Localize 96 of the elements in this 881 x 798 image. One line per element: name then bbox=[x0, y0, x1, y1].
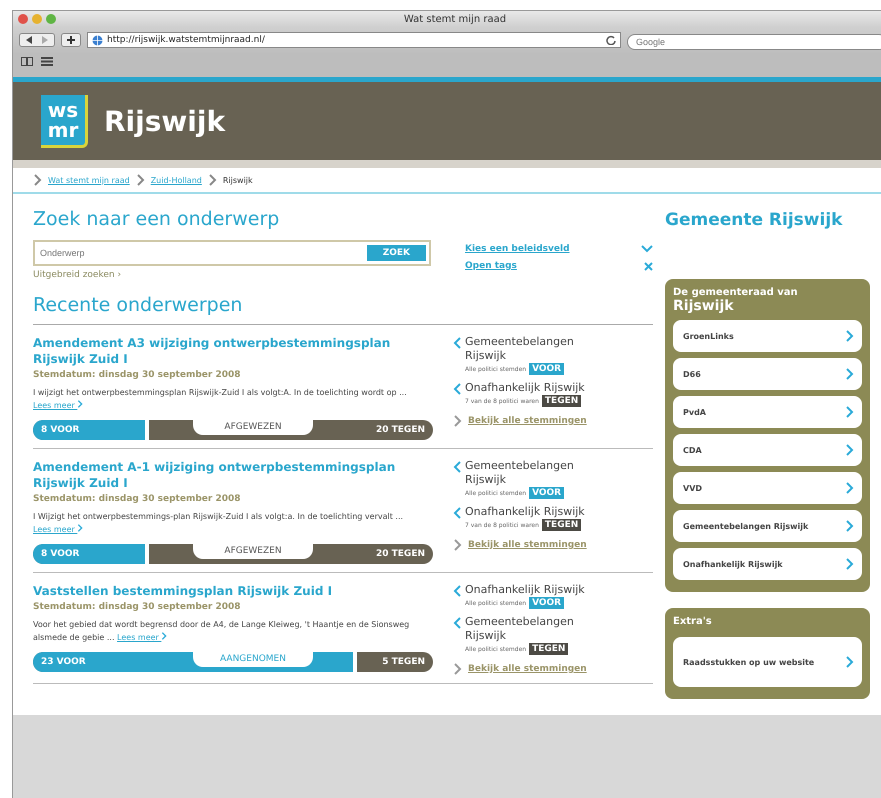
vote-date: Stemdatum: dinsdag 30 september 2008 bbox=[33, 602, 242, 612]
read-more-link[interactable]: Lees meer bbox=[33, 401, 84, 410]
advanced-search-link[interactable]: Uitgebreid zoeken › bbox=[33, 270, 431, 280]
read-more-link[interactable]: Lees meer bbox=[33, 525, 84, 534]
chevron-right-icon bbox=[136, 174, 145, 186]
party-link[interactable]: VVD bbox=[673, 472, 862, 504]
chevron-right-icon bbox=[845, 656, 854, 668]
party-link[interactable]: Onafhankelijk Rijswijk bbox=[673, 548, 862, 580]
breadcrumb-current: Rijswijk bbox=[222, 176, 253, 184]
chevron-right-icon bbox=[845, 444, 854, 456]
vote-badge: TEGEN bbox=[542, 519, 582, 531]
section-heading: Recente onderwerpen bbox=[33, 294, 653, 325]
party-name: Onafhankelijk Rijswijk bbox=[465, 381, 586, 395]
globe-icon bbox=[92, 34, 103, 46]
result-label: AFGEWEZEN bbox=[193, 544, 313, 559]
party-link[interactable]: GroenLinks bbox=[673, 320, 862, 352]
all-votes-link[interactable]: Bekijk alle stemmingen bbox=[468, 416, 587, 426]
dropdown-link[interactable]: Kies een beleidsveld bbox=[465, 244, 570, 254]
party-link[interactable]: CDA bbox=[673, 434, 862, 466]
section-heading: Zoek naar een onderwerp bbox=[33, 208, 280, 230]
close-icon[interactable] bbox=[644, 262, 653, 270]
reload-icon bbox=[606, 35, 616, 45]
extras-link[interactable]: Raadsstukken op uw website bbox=[673, 637, 862, 687]
vote-badge: VOOR bbox=[529, 487, 564, 499]
back-forward-buttons[interactable] bbox=[19, 33, 55, 47]
back-icon bbox=[24, 35, 34, 45]
municipality-title: Gemeente Rijswijk bbox=[665, 210, 844, 231]
panel-heading: Extra's bbox=[673, 616, 713, 629]
party-link[interactable]: Gemeentebelangen Rijswijk bbox=[673, 510, 862, 542]
search-field[interactable]: Onderwerp ZOEK bbox=[33, 240, 431, 266]
topic-summary: Voor het gebied dat wordt begrensd door de A4, de Lange Kleiweg, 't Haantje en de Sionsweg alsmede de gebie ... Lees meer bbox=[33, 619, 410, 644]
party-name: Gemeentebelangen Rijswijk bbox=[465, 459, 575, 487]
site-logo[interactable]: ws mr bbox=[41, 94, 88, 148]
chevron-right-icon bbox=[161, 632, 168, 640]
vote-date: Stemdatum: dinsdag 30 september 2008 bbox=[33, 494, 242, 504]
vote-badge: VOOR bbox=[529, 363, 564, 375]
topic-summary: I wijzigt het ontwerpbestemmingsplan Rijswijk-Zuid I als volgt:A. In de toelichting wordt op ... Lees meer bbox=[33, 387, 408, 412]
chevron-right-icon bbox=[845, 520, 854, 532]
window-controls-icon bbox=[17, 13, 57, 25]
chevron-right-icon bbox=[845, 330, 854, 342]
chevron-left-icon bbox=[453, 383, 462, 395]
topic-link[interactable]: Amendement A3 wijziging ontwerpbestemmingsplan Rijswijk Zuid I bbox=[33, 335, 433, 367]
add-bookmark-button[interactable] bbox=[61, 33, 81, 47]
breadcrumb-link[interactable]: Zuid-Holland bbox=[150, 176, 202, 184]
vote-badge: TEGEN bbox=[529, 643, 568, 655]
panel-heading: De gemeenteraad van bbox=[673, 287, 799, 298]
votes-for-bar: 8 VOOR bbox=[33, 544, 149, 564]
chevron-left-icon bbox=[453, 617, 462, 629]
chevron-left-icon bbox=[453, 461, 462, 473]
chevron-left-icon bbox=[453, 585, 462, 597]
result-label: AANGENOMEN bbox=[193, 652, 313, 667]
search-button[interactable]: ZOEK bbox=[366, 245, 426, 261]
votes-against-count: 20 TEGEN bbox=[376, 425, 426, 435]
party-link[interactable]: PvdA bbox=[673, 396, 862, 428]
votes-against-count: 5 TEGEN bbox=[382, 657, 426, 667]
panel-title: Rijswijk bbox=[673, 298, 735, 314]
topic-link[interactable]: Vaststellen bestemmingsplan Rijswijk Zuid I bbox=[33, 583, 433, 599]
vote-date: Stemdatum: dinsdag 30 september 2008 bbox=[33, 370, 242, 380]
all-votes-link[interactable]: Bekijk alle stemmingen bbox=[468, 540, 587, 550]
forward-icon bbox=[40, 35, 50, 45]
votes-for-bar: 8 VOOR bbox=[33, 420, 149, 440]
vote-badge: TEGEN bbox=[542, 395, 582, 407]
breadcrumb-link[interactable]: Wat stemt mijn raad bbox=[48, 176, 130, 184]
chevron-right-icon bbox=[77, 524, 84, 532]
party-link[interactable]: D66 bbox=[673, 358, 862, 390]
chevron-right-icon bbox=[845, 368, 854, 380]
party-name: Gemeentebelangen Rijswijk bbox=[465, 615, 575, 643]
chevron-right-icon bbox=[453, 539, 462, 551]
votes-against-count: 20 TEGEN bbox=[376, 549, 426, 559]
chevron-right-icon bbox=[845, 482, 854, 494]
window-title: Wat stemt mijn raad bbox=[402, 14, 508, 24]
chevron-right-icon bbox=[453, 415, 462, 427]
site-title: Rijswijk bbox=[104, 104, 226, 138]
chevron-right-icon bbox=[845, 406, 854, 418]
party-name: Onafhankelijk Rijswijk bbox=[465, 583, 586, 597]
chevron-right-icon bbox=[845, 558, 854, 570]
vote-badge: VOOR bbox=[529, 597, 564, 609]
chevron-right-icon bbox=[33, 174, 42, 186]
party-name: Onafhankelijk Rijswijk bbox=[465, 505, 586, 519]
all-votes-link[interactable]: Bekijk alle stemmingen bbox=[468, 664, 587, 674]
chevron-left-icon bbox=[453, 507, 462, 519]
book-icon[interactable] bbox=[21, 56, 33, 66]
chevron-left-icon bbox=[453, 337, 462, 349]
chevron-right-icon bbox=[77, 400, 84, 408]
topic-summary: I Wijzigt het ontwerpbestemmings-plan Rijswijk-Zuid I als volgt:a. In de toelichting vervalt ... Lees meer bbox=[33, 511, 404, 536]
result-label: AFGEWEZEN bbox=[193, 420, 313, 435]
search-field[interactable]: Google bbox=[627, 34, 881, 50]
plus-icon bbox=[66, 35, 76, 45]
chevron-right-icon bbox=[208, 174, 217, 186]
topic-link[interactable]: Amendement A-1 wijziging ontwerpbestemmingsplan Rijswijk Zuid I bbox=[33, 459, 433, 491]
address-field[interactable]: http://rijswijk.watstemtmijnraad.nl/ bbox=[87, 32, 621, 48]
party-name: Gemeentebelangen Rijswijk bbox=[465, 335, 575, 363]
read-more-link[interactable]: Lees meer bbox=[117, 633, 168, 642]
tags-link[interactable]: Open tags bbox=[465, 261, 517, 271]
chevron-right-icon bbox=[453, 663, 462, 675]
chevron-down-icon bbox=[641, 243, 653, 255]
